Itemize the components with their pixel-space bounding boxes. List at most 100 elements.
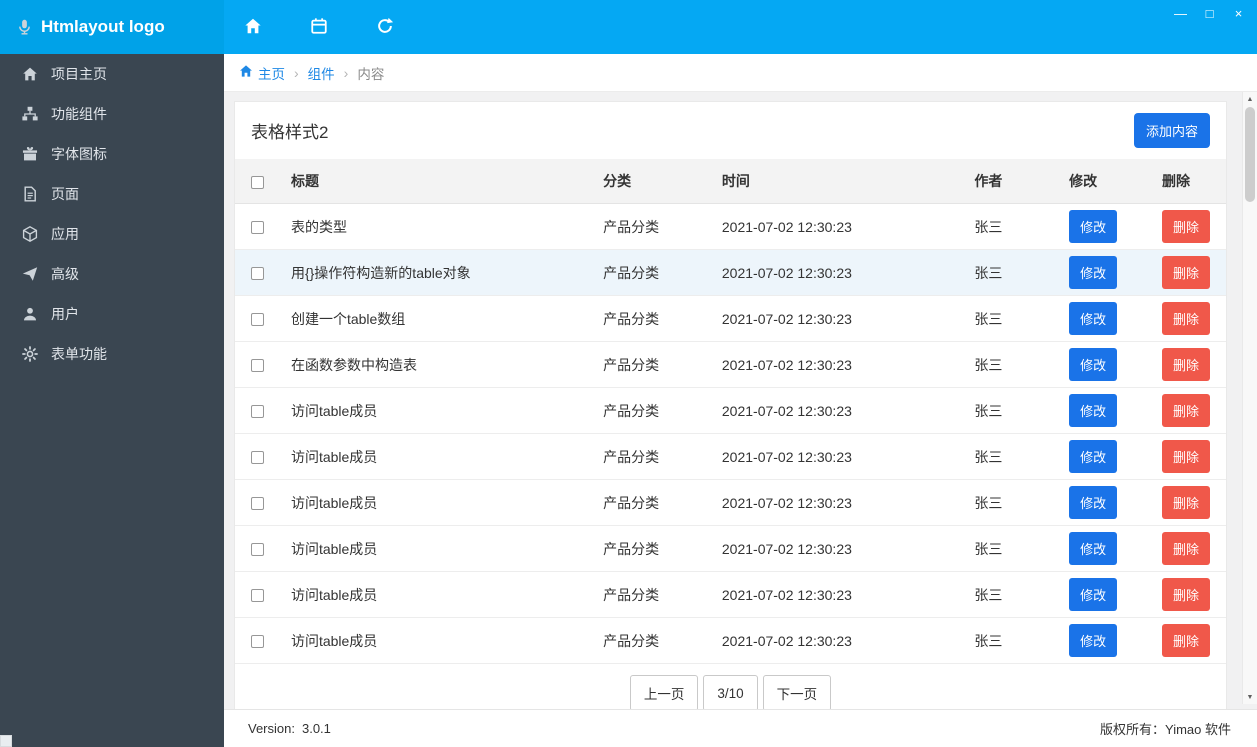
copyright-text: 版权所有：Yimao 软件	[1100, 722, 1231, 737]
delete-button[interactable]: 删除	[1162, 532, 1211, 565]
select-all-checkbox[interactable]	[251, 175, 264, 189]
sidebar-item-label: 项目主页	[51, 66, 107, 82]
cell-author: 张三	[966, 295, 1062, 342]
version-value: 3.0.1	[301, 721, 331, 736]
edit-button[interactable]: 修改	[1069, 624, 1118, 657]
maximize-button[interactable]: □	[1197, 3, 1222, 23]
edit-button[interactable]: 修改	[1069, 348, 1118, 381]
edit-button[interactable]: 修改	[1069, 578, 1118, 611]
edit-button[interactable]: 修改	[1069, 302, 1118, 335]
breadcrumb-home-label: 主页	[258, 66, 285, 82]
close-button[interactable]: ×	[1226, 3, 1251, 23]
cell-category: 产品分类	[595, 203, 714, 250]
edit-button[interactable]: 修改	[1069, 486, 1118, 519]
row-checkbox[interactable]	[251, 405, 264, 419]
next-page-button[interactable]: 下一页	[762, 675, 832, 709]
sidebar-item-font-icons[interactable]: 字体图标	[0, 134, 224, 174]
paper-plane-icon	[21, 266, 38, 282]
cell-time: 2021-07-02 12:30:23	[713, 479, 967, 526]
cell-category: 产品分类	[595, 433, 714, 480]
pagination: 上一页 3/10 下一页	[235, 664, 1226, 709]
cell-time: 2021-07-02 12:30:23	[713, 249, 967, 296]
add-content-button[interactable]: 添加内容	[1133, 113, 1210, 148]
cell-author: 张三	[966, 341, 1062, 388]
sidebar-item-users[interactable]: 用户	[0, 294, 224, 334]
cell-time: 2021-07-02 12:30:23	[713, 295, 967, 342]
row-checkbox[interactable]	[251, 497, 264, 511]
cell-title: 表的类型	[282, 203, 596, 250]
cell-author: 张三	[966, 203, 1062, 250]
row-checkbox[interactable]	[251, 221, 264, 235]
cell-title: 用{}操作符构造新的table对象	[282, 249, 596, 296]
sidebar-item-form-features[interactable]: 表单功能	[0, 334, 224, 374]
delete-button[interactable]: 删除	[1162, 394, 1211, 427]
cell-title: 访问table成员	[282, 479, 596, 526]
delete-button[interactable]: 删除	[1162, 578, 1211, 611]
sidebar-item-label: 应用	[51, 226, 79, 242]
sidebar-item-apps[interactable]: 应用	[0, 214, 224, 254]
delete-button[interactable]: 删除	[1162, 210, 1211, 243]
cell-author: 张三	[966, 617, 1062, 664]
row-checkbox[interactable]	[251, 359, 264, 373]
row-checkbox[interactable]	[251, 267, 264, 281]
delete-button[interactable]: 删除	[1162, 348, 1211, 381]
cell-time: 2021-07-02 12:30:23	[713, 433, 967, 480]
prev-page-button[interactable]: 上一页	[629, 675, 699, 709]
card-title: 表格样式2	[251, 123, 329, 142]
scrollbar-thumb[interactable]	[1245, 107, 1255, 202]
topbar-actions	[242, 0, 396, 54]
sidebar-item-advanced[interactable]: 高级	[0, 254, 224, 294]
edit-button[interactable]: 修改	[1069, 256, 1118, 289]
gear-icon	[21, 346, 38, 362]
edit-button[interactable]: 修改	[1069, 440, 1118, 473]
row-checkbox[interactable]	[251, 635, 264, 649]
calendar-button[interactable]	[308, 15, 330, 40]
sidebar-item-label: 表单功能	[51, 346, 107, 362]
table-card: 表格样式2 添加内容 标题 分类 时间 作者 修改 删除 表的类型 产品分类 2…	[234, 101, 1227, 709]
vertical-scrollbar[interactable]: ▲ ▼	[1242, 92, 1257, 704]
table-row: 访问table成员 产品分类 2021-07-02 12:30:23 张三 修改…	[235, 387, 1226, 434]
cell-title: 创建一个table数组	[282, 295, 596, 342]
version-info: Version: 3.0.1	[248, 721, 331, 736]
cell-category: 产品分类	[595, 341, 714, 388]
version-label: Version:	[248, 721, 295, 736]
footer: Version: 3.0.1 版权所有：Yimao 软件	[224, 709, 1257, 747]
delete-button[interactable]: 删除	[1162, 440, 1211, 473]
row-checkbox[interactable]	[251, 451, 264, 465]
breadcrumb-home-link[interactable]: 主页	[239, 63, 285, 83]
breadcrumb-section-link[interactable]: 组件	[308, 63, 335, 83]
sidebar-item-components[interactable]: 功能组件	[0, 94, 224, 134]
cell-category: 产品分类	[595, 571, 714, 618]
edit-button[interactable]: 修改	[1069, 532, 1118, 565]
sidebar-item-pages[interactable]: 页面	[0, 174, 224, 214]
row-checkbox[interactable]	[251, 543, 264, 557]
table-row: 访问table成员 产品分类 2021-07-02 12:30:23 张三 修改…	[235, 525, 1226, 572]
home-button[interactable]	[242, 15, 264, 40]
refresh-button[interactable]	[374, 15, 396, 40]
sidebar-item-project-home[interactable]: 项目主页	[0, 54, 224, 94]
breadcrumb: 主页 › 组件 › 内容	[224, 54, 1257, 92]
breadcrumb-separator: ›	[294, 64, 299, 81]
delete-button[interactable]: 删除	[1162, 256, 1211, 289]
scroll-down-arrow[interactable]: ▼	[1243, 690, 1257, 704]
delete-button[interactable]: 删除	[1162, 486, 1211, 519]
row-checkbox[interactable]	[251, 313, 264, 327]
edit-button[interactable]: 修改	[1069, 210, 1118, 243]
edit-button[interactable]: 修改	[1069, 394, 1118, 427]
sidebar: 项目主页 功能组件 字体图标 页面 应用 高级 用户 表单功能	[0, 54, 224, 747]
cell-category: 产品分类	[595, 249, 714, 296]
scroll-up-arrow[interactable]: ▲	[1243, 92, 1257, 106]
cell-author: 张三	[966, 433, 1062, 480]
minimize-button[interactable]: —	[1168, 3, 1193, 23]
cell-author: 张三	[966, 249, 1062, 296]
window-controls: — □ ×	[1168, 3, 1251, 23]
delete-button[interactable]: 删除	[1162, 302, 1211, 335]
sidebar-item-label: 功能组件	[51, 106, 107, 122]
row-checkbox[interactable]	[251, 589, 264, 603]
table-row: 用{}操作符构造新的table对象 产品分类 2021-07-02 12:30:…	[235, 249, 1226, 296]
table-row: 访问table成员 产品分类 2021-07-02 12:30:23 张三 修改…	[235, 479, 1226, 526]
table-row: 在函数参数中构造表 产品分类 2021-07-02 12:30:23 张三 修改…	[235, 341, 1226, 388]
sitemap-icon	[21, 106, 38, 122]
delete-button[interactable]: 删除	[1162, 624, 1211, 657]
column-header-author: 作者	[966, 159, 1062, 204]
